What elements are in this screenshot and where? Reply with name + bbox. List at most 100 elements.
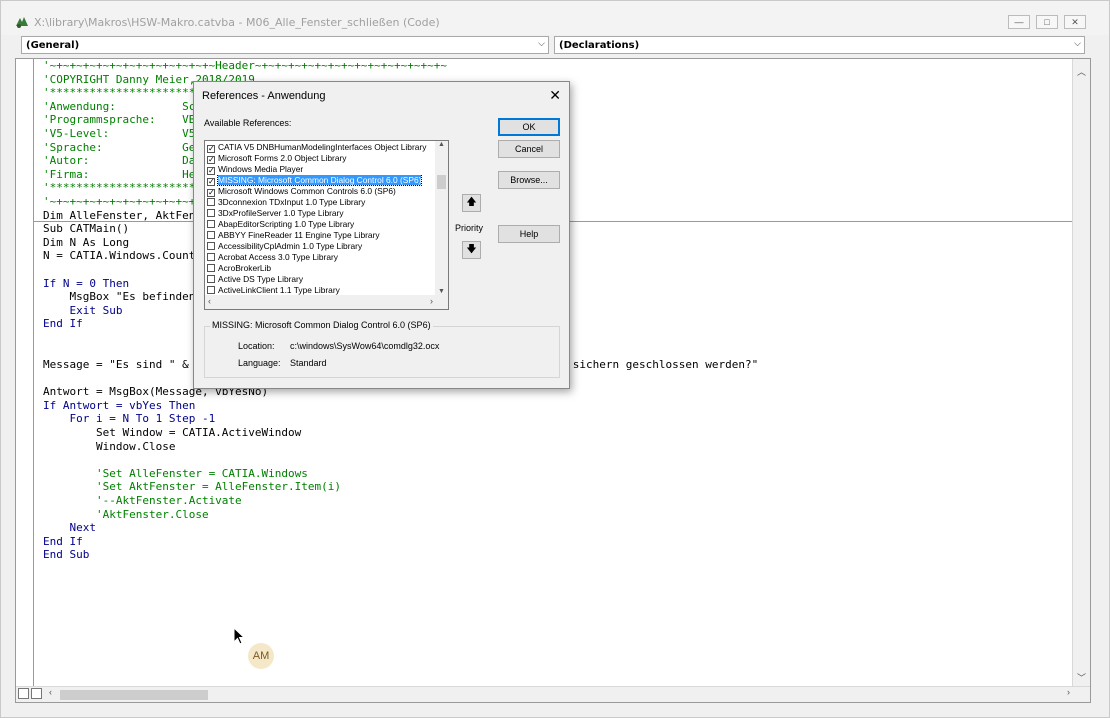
list-vertical-scrollbar[interactable]: ▲ ▼ [435, 141, 448, 295]
procedure-combo[interactable]: (Declarations) ⌵ [554, 36, 1085, 54]
reference-item[interactable]: Active DS Type Library [207, 274, 436, 285]
reference-item[interactable]: ✓ Microsoft Windows Common Controls 6.0 (… [207, 186, 436, 197]
mouse-pointer-icon [233, 627, 246, 645]
minimize-icon: — [1014, 17, 1024, 27]
reference-checkbox[interactable] [207, 286, 215, 294]
reference-item[interactable]: ✓ Microsoft Forms 2.0 Object Library [207, 153, 436, 164]
scroll-down-icon[interactable]: ﹀ [1073, 671, 1090, 684]
reference-checkbox[interactable]: ✓ [207, 167, 215, 175]
reference-item[interactable]: 3Dconnexion TDxInput 1.0 Type Library [207, 197, 436, 208]
scroll-up-icon[interactable]: ︿ [1073, 65, 1090, 78]
reference-item[interactable]: ✓ CATIA V5 DNBHumanModelingInterfaces Obj… [207, 142, 436, 153]
reference-item[interactable]: ✓ Windows Media Player [207, 164, 436, 175]
reference-label: CATIA V5 DNBHumanModelingInterfaces Obje… [218, 142, 427, 152]
browse-button[interactable]: Browse... [498, 171, 560, 189]
full-module-view-icon[interactable] [31, 688, 42, 699]
dialog-title: References - Anwendung [202, 90, 326, 102]
code-margin [16, 59, 34, 688]
reference-checkbox[interactable] [207, 253, 215, 261]
scroll-left-icon[interactable]: ‹ [208, 296, 211, 306]
priority-up-button[interactable]: 🡅 [462, 194, 481, 212]
reference-item[interactable]: ABBYY FineReader 11 Engine Type Library [207, 230, 436, 241]
chevron-down-icon: ⌵ [538, 39, 545, 49]
reference-info-group [204, 326, 560, 378]
reference-label: 3DxProfileServer 1.0 Type Library [218, 208, 344, 218]
reference-item[interactable]: AcroBrokerLib [207, 263, 436, 274]
object-combo[interactable]: (General) ⌵ [21, 36, 549, 54]
scroll-up-icon[interactable]: ▲ [435, 141, 448, 148]
code-line: End Sub [43, 548, 90, 562]
priority-down-button[interactable]: 🡇 [462, 241, 481, 259]
procedure-combo-value: (Declarations) [559, 40, 640, 51]
reference-checkbox[interactable] [207, 220, 215, 228]
reference-checkbox[interactable] [207, 209, 215, 217]
priority-label: Priority [455, 223, 484, 233]
code-line: 'Set AlleFenster = CATIA.Windows [43, 466, 308, 480]
reference-checkbox[interactable] [207, 264, 215, 272]
maximize-button[interactable]: □ [1036, 15, 1058, 29]
dialog-close-icon[interactable]: ✕ [549, 87, 561, 104]
scroll-left-icon[interactable]: ‹ [49, 687, 52, 697]
minimize-button[interactable]: — [1008, 15, 1030, 29]
references-dialog: References - Anwendung ✕ Available Refer… [193, 81, 570, 389]
reference-checkbox[interactable]: ✓ [207, 145, 215, 153]
code-line: Next [43, 521, 96, 535]
reference-label: Active DS Type Library [218, 274, 304, 284]
reference-label: Microsoft Windows Common Controls 6.0 (S… [218, 186, 396, 196]
code-line: End If [43, 534, 83, 548]
reference-item[interactable]: ✓ MISSING: Microsoft Common Dialog Contro… [207, 175, 436, 186]
reference-label: Microsoft Forms 2.0 Object Library [218, 153, 347, 163]
vba-app-icon [16, 17, 28, 28]
available-references-label: Available References: [204, 118, 292, 128]
list-scroll-thumb[interactable] [437, 175, 446, 189]
maximize-icon: □ [1044, 17, 1050, 27]
close-button[interactable]: ✕ [1064, 15, 1086, 29]
reference-checkbox[interactable]: ✓ [207, 156, 215, 164]
code-line: For i = N To 1 Step -1 [43, 412, 216, 426]
scroll-down-icon[interactable]: ▼ [435, 288, 448, 295]
reference-checkbox[interactable]: ✓ [207, 189, 215, 197]
close-icon: ✕ [1071, 16, 1079, 27]
reference-info-title: MISSING: Microsoft Common Dialog Control… [210, 320, 433, 330]
reference-checkbox[interactable] [207, 242, 215, 250]
reference-item[interactable]: AbapEditorScripting 1.0 Type Library [207, 219, 436, 230]
scroll-right-icon[interactable]: › [430, 296, 433, 306]
horizontal-scroll-thumb[interactable] [60, 690, 208, 700]
ok-button[interactable]: OK [498, 118, 560, 136]
reference-checkbox[interactable] [207, 198, 215, 206]
list-horizontal-scrollbar[interactable]: ‹ › [205, 295, 448, 309]
procedure-view-icon[interactable] [18, 688, 29, 699]
reference-label: ABBYY FineReader 11 Engine Type Library [218, 230, 380, 240]
reference-label: MISSING: Microsoft Common Dialog Control… [216, 175, 423, 186]
reference-item[interactable]: 3DxProfileServer 1.0 Type Library [207, 208, 436, 219]
object-combo-value: (General) [26, 40, 80, 51]
reference-checkbox[interactable] [207, 275, 215, 283]
help-button[interactable]: Help [498, 225, 560, 243]
reference-label: AccessibilityCplAdmin 1.0 Type Library [218, 241, 363, 251]
code-line: 'AktFenster.Close [43, 507, 209, 521]
scroll-right-icon[interactable]: › [1067, 687, 1070, 697]
reference-label: 3Dconnexion TDxInput 1.0 Type Library [218, 197, 366, 207]
code-line: If Antwort = vbYes Then [43, 398, 196, 412]
reference-item[interactable]: Acrobat Access 3.0 Type Library [207, 252, 436, 263]
reference-checkbox[interactable]: ✓ [207, 178, 215, 186]
reference-label: AbapEditorScripting 1.0 Type Library [218, 219, 355, 229]
code-line: '~+~+~+~+~+~+~+~+~+~+~+~+~Header~+~+~+~+… [43, 59, 447, 72]
arrow-down-icon: 🡇 [466, 244, 477, 255]
references-list[interactable]: ✓ CATIA V5 DNBHumanModelingInterfaces Obj… [204, 140, 449, 310]
arrow-up-icon: 🡅 [466, 197, 477, 208]
code-line: Window.Close [43, 439, 176, 453]
language-value: Standard [290, 358, 327, 368]
cancel-button[interactable]: Cancel [498, 140, 560, 158]
title-bar: X:\library\Makros\HSW-Makro.catvba - M06… [1, 1, 1109, 35]
vertical-scrollbar[interactable]: ︿ ﹀ [1072, 59, 1090, 688]
code-line: 'Set AktFenster = AlleFenster.Item(i) [43, 480, 342, 494]
horizontal-scrollbar[interactable]: ‹ › [16, 686, 1090, 702]
chevron-down-icon: ⌵ [1074, 39, 1081, 49]
reference-label: Windows Media Player [218, 164, 304, 174]
reference-label: AcroBrokerLib [218, 263, 272, 273]
reference-checkbox[interactable] [207, 231, 215, 239]
reference-item[interactable]: AccessibilityCplAdmin 1.0 Type Library [207, 241, 436, 252]
avatar: AM [248, 643, 274, 669]
